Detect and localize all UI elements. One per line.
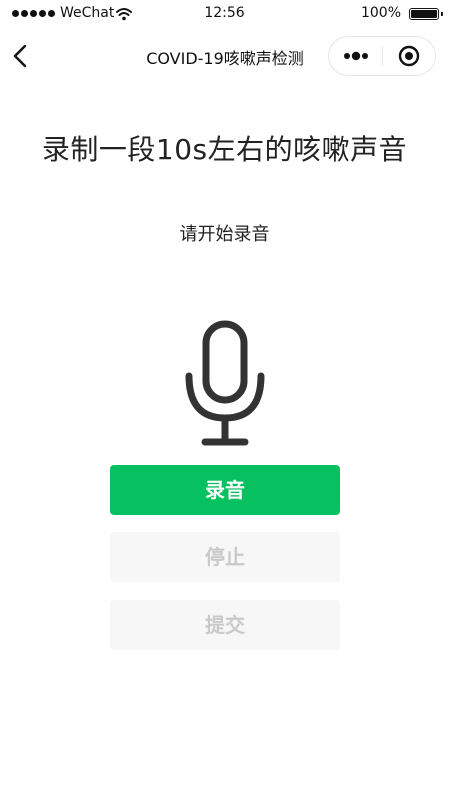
more-button[interactable] [337,41,377,71]
capsule-divider [382,47,383,65]
battery-percentage: 100% [360,5,401,21]
close-button[interactable] [391,41,427,71]
target-close-icon [398,45,420,67]
chevron-left-icon [13,44,27,68]
microphone-icon [185,320,265,446]
navigation-bar: COVID-19咳嗽声检测 [0,28,449,84]
record-button[interactable]: 录音 [110,465,340,515]
page-title: COVID-19咳嗽声检测 [146,49,304,68]
mini-program-capsule [328,36,436,76]
more-dots-icon [344,51,368,61]
status-bar: WeChat 12:56 100% [0,0,449,28]
stop-button[interactable]: 停止 [110,532,340,582]
submit-button[interactable]: 提交 [110,600,340,650]
back-button[interactable] [6,40,38,72]
recording-status-text: 请开始录音 [179,224,270,245]
instruction-heading: 录制一段10s左右的咳嗽声音 [41,133,408,166]
battery-icon [409,8,443,20]
